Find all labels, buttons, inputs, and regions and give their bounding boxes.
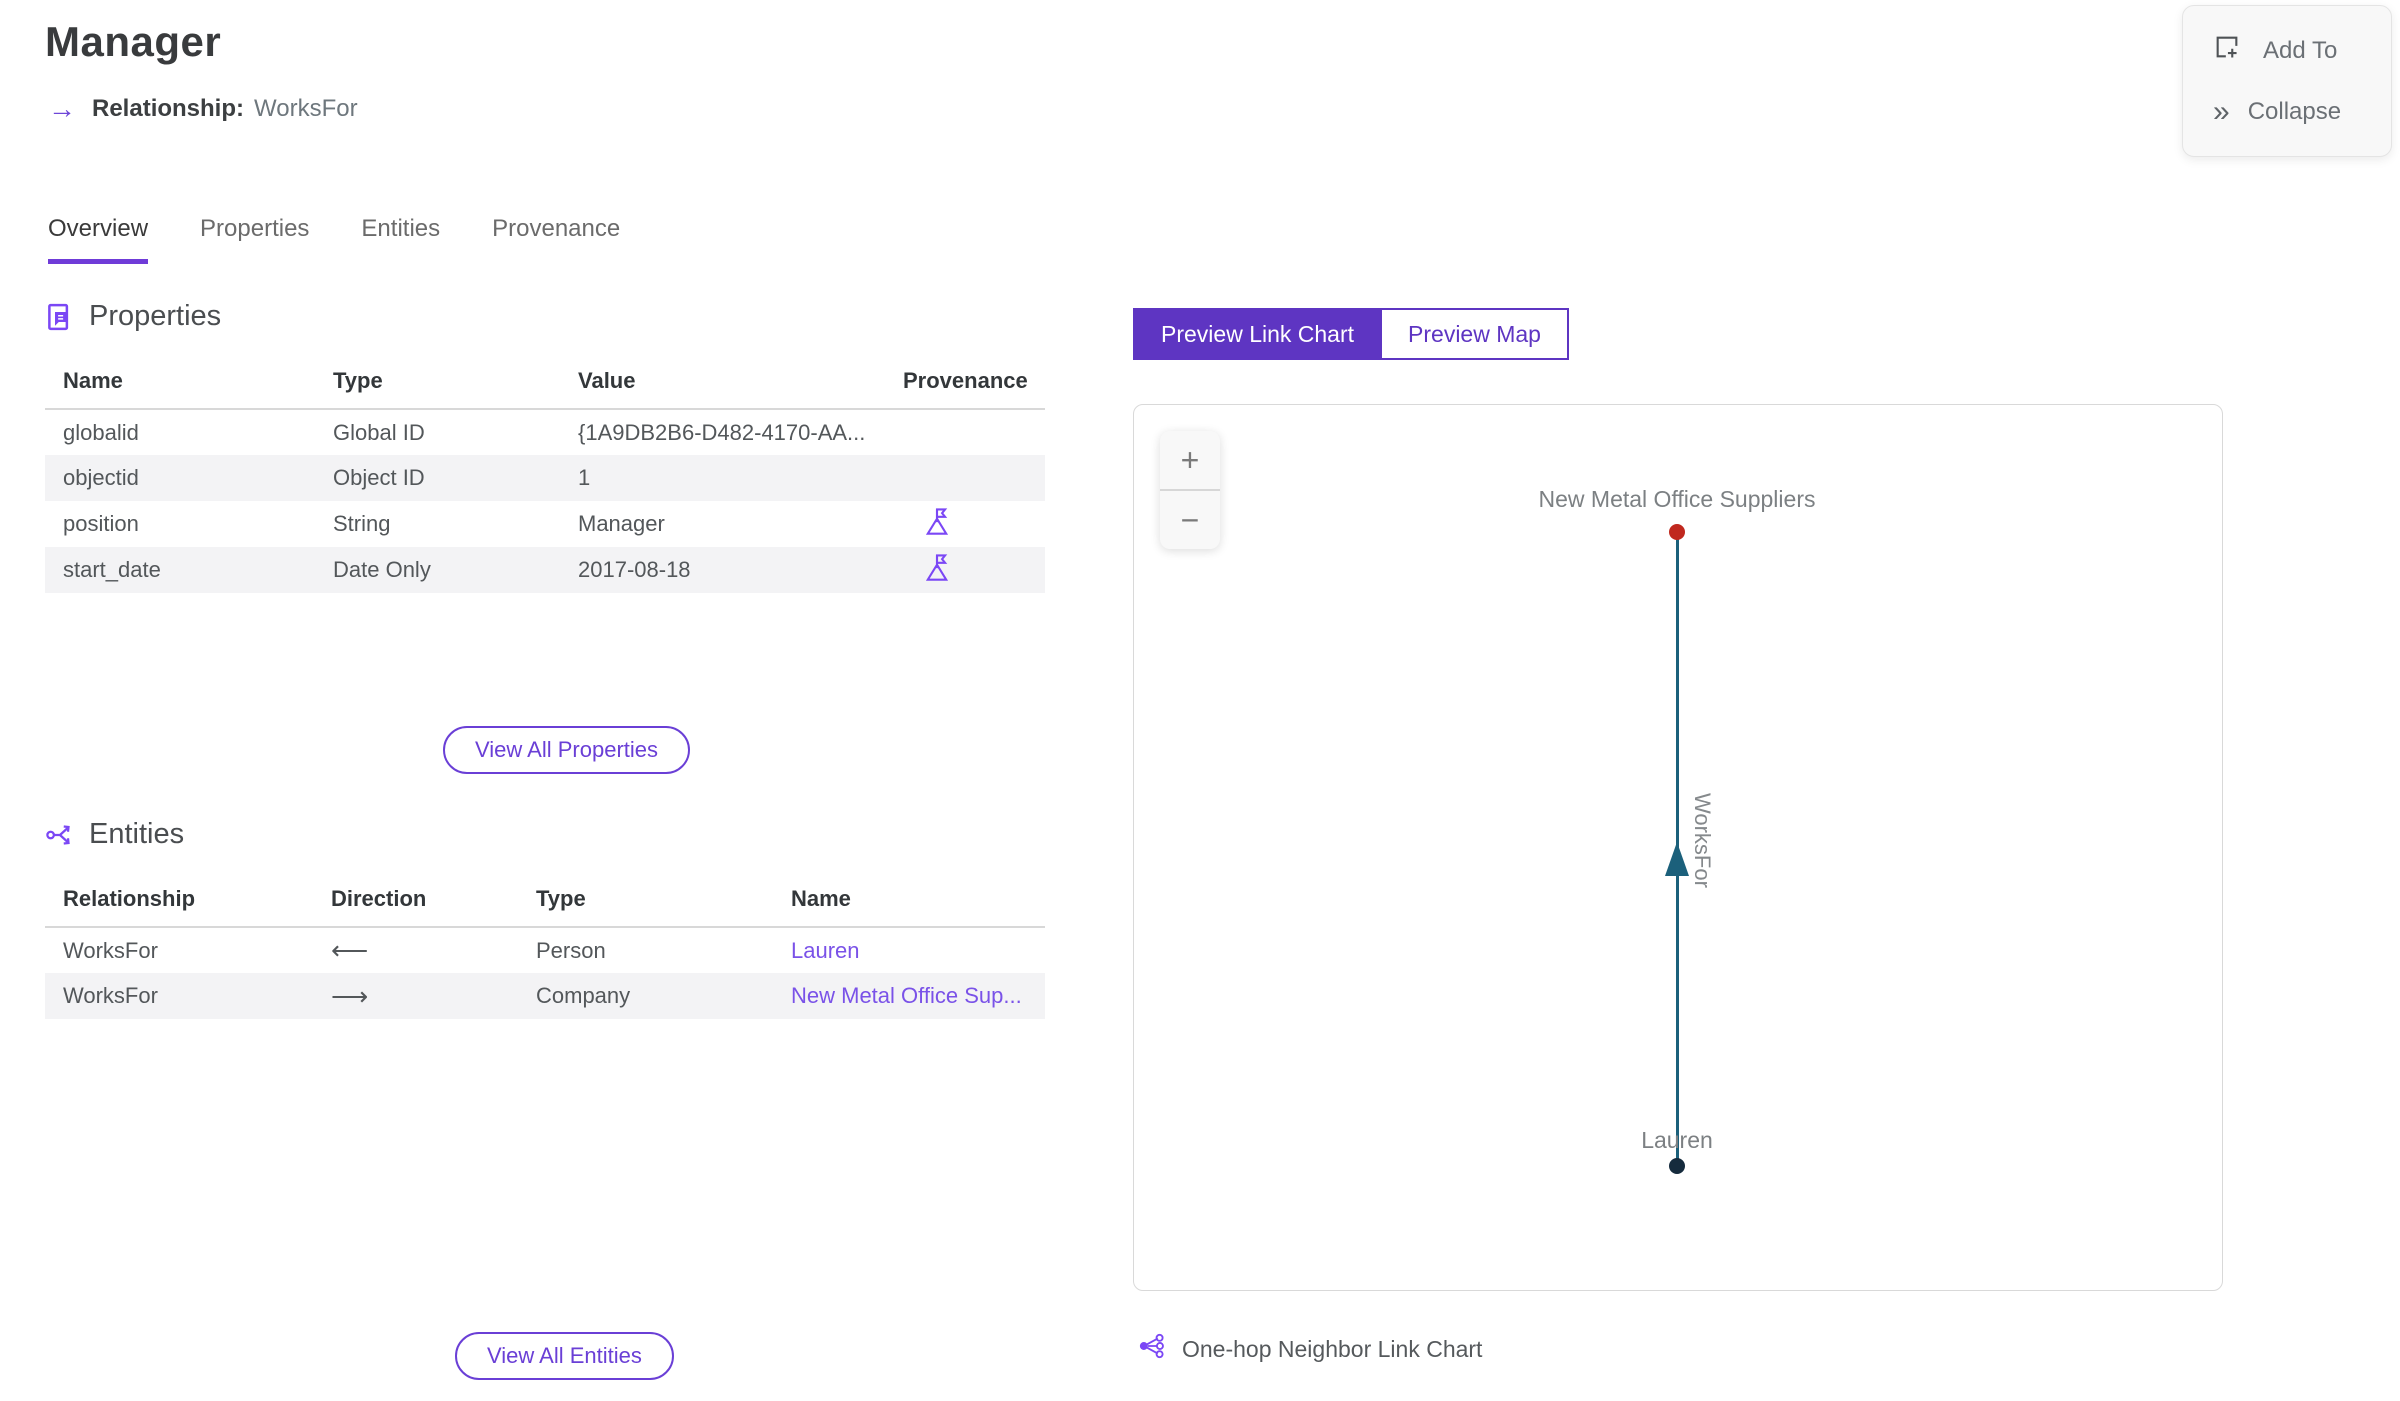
properties-heading-text: Properties xyxy=(89,300,222,332)
table-row: WorksFor ⟵ Person Lauren xyxy=(45,927,1045,973)
provenance-flag-icon[interactable] xyxy=(923,552,951,588)
properties-table: Name Type Value Provenance globalid Glob… xyxy=(45,358,1045,593)
chart-caption: One-hop Neighbor Link Chart xyxy=(1138,1332,1482,1366)
add-to-label: Add To xyxy=(2263,36,2338,64)
chart-caption-text: One-hop Neighbor Link Chart xyxy=(1182,1335,1483,1362)
col-relationship: Relationship xyxy=(45,876,313,928)
node-label-person: Lauren xyxy=(1641,1127,1713,1153)
relationship-arrow-icon: → xyxy=(48,93,76,124)
prop-name: position xyxy=(63,511,139,536)
edge-label: WorksFor xyxy=(1690,793,1715,888)
relationship-value: WorksFor xyxy=(254,95,358,122)
prop-value: 1 xyxy=(578,465,591,490)
table-row: position String Manager xyxy=(45,501,1045,547)
col-type: Type xyxy=(518,876,773,928)
col-direction: Direction xyxy=(313,876,518,928)
preview-map-button[interactable]: Preview Map xyxy=(1380,308,1569,360)
preview-link-chart-button[interactable]: Preview Link Chart xyxy=(1133,308,1381,360)
prop-value: Manager xyxy=(578,511,665,536)
prop-name: globalid xyxy=(63,419,139,445)
direction-arrow-icon: ⟶ xyxy=(331,980,369,1011)
zoom-control: + − xyxy=(1160,431,1220,549)
prop-value: {1A9DB2B6-D482-4170-AA... xyxy=(578,419,866,445)
tab-provenance[interactable]: Provenance xyxy=(492,215,620,264)
entities-heading-text: Entities xyxy=(89,818,185,850)
zoom-out-button[interactable]: − xyxy=(1160,491,1220,549)
entity-name-cell: Lauren xyxy=(773,927,1045,973)
entities-section-title: Entities xyxy=(45,818,184,851)
tab-bar: Overview Properties Entities Provenance xyxy=(48,215,620,264)
tab-entities[interactable]: Entities xyxy=(361,215,440,264)
prop-name: objectid xyxy=(63,465,139,490)
entity-relationship: WorksFor xyxy=(63,983,158,1008)
prop-name: start_date xyxy=(63,557,161,582)
table-row: start_date Date Only 2017-08-18 xyxy=(45,547,1045,593)
node-dot-person[interactable] xyxy=(1669,1158,1685,1174)
provenance-flag-icon[interactable] xyxy=(923,506,951,542)
link-chart-panel: + − WorksFor New Metal Office Suppliers … xyxy=(1133,404,2223,1291)
col-type: Type xyxy=(315,358,560,410)
tab-overview[interactable]: Overview xyxy=(48,215,149,264)
collapse-label: Collapse xyxy=(2247,97,2342,125)
table-row: objectid Object ID 1 xyxy=(45,455,1045,501)
entity-name-cell: New Metal Office Sup... xyxy=(773,973,1045,1019)
collapse-button[interactable]: » Collapse xyxy=(2213,95,2391,129)
entities-icon xyxy=(45,820,75,850)
prop-type: String xyxy=(333,511,391,536)
col-value: Value xyxy=(560,358,885,410)
entities-header-row: Relationship Direction Type Name xyxy=(45,876,1045,928)
properties-icon xyxy=(45,302,75,332)
col-name: Name xyxy=(773,876,1045,928)
node-dot-company[interactable] xyxy=(1669,524,1685,540)
table-row: globalid Global ID {1A9DB2B6-D482-4170-A… xyxy=(45,409,1045,455)
col-provenance: Provenance xyxy=(885,358,1045,410)
prop-provenance xyxy=(885,455,1045,501)
prop-provenance xyxy=(885,547,1045,593)
view-all-entities-button[interactable]: View All Entities xyxy=(455,1332,674,1380)
zoom-in-button[interactable]: + xyxy=(1160,431,1220,491)
entity-link[interactable]: New Metal Office Sup... xyxy=(791,983,1022,1008)
add-to-button[interactable]: Add To xyxy=(2213,33,2391,68)
relationship-label: Relationship: xyxy=(92,95,245,122)
direction-arrow-icon: ⟵ xyxy=(331,935,369,965)
edge-arrow-icon xyxy=(1665,842,1689,876)
prop-provenance xyxy=(885,501,1045,547)
one-hop-icon xyxy=(1138,1332,1166,1366)
entity-type: Company xyxy=(536,983,631,1008)
tab-properties[interactable]: Properties xyxy=(200,215,309,264)
entities-table: Relationship Direction Type Name WorksFo… xyxy=(45,876,1045,1019)
view-all-properties-button[interactable]: View All Properties xyxy=(443,726,691,774)
entity-link[interactable]: Lauren xyxy=(791,938,860,963)
node-label-company: New Metal Office Suppliers xyxy=(1538,486,1816,512)
prop-type: Object ID xyxy=(333,465,425,490)
preview-toggle: Preview Link Chart Preview Map xyxy=(1133,308,1569,360)
page-title: Manager xyxy=(45,18,222,65)
prop-type: Date Only xyxy=(333,557,431,582)
properties-header-row: Name Type Value Provenance xyxy=(45,358,1045,410)
prop-provenance xyxy=(885,409,1045,455)
entity-relationship: WorksFor xyxy=(63,937,158,963)
collapse-icon: » xyxy=(2213,94,2230,128)
table-row: WorksFor ⟶ Company New Metal Office Sup.… xyxy=(45,973,1045,1019)
col-name: Name xyxy=(45,358,315,410)
prop-type: Global ID xyxy=(333,419,425,445)
prop-value: 2017-08-18 xyxy=(578,557,691,582)
add-to-icon xyxy=(2213,33,2241,68)
entity-type: Person xyxy=(536,937,606,963)
relationship-subtitle: → Relationship: WorksFor xyxy=(48,95,358,123)
properties-section-title: Properties xyxy=(45,300,221,333)
actions-panel: Add To » Collapse xyxy=(2182,5,2392,157)
